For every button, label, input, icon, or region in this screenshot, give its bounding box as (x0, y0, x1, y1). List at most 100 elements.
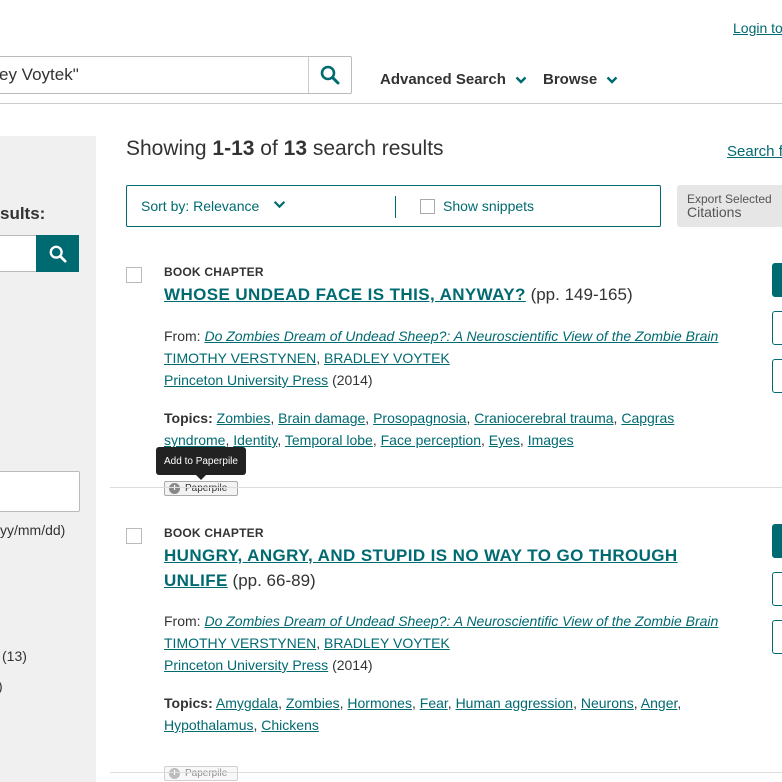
topic-link[interactable]: Zombies (217, 410, 271, 426)
result-source: From: Do Zombies Dream of Undead Sheep?:… (164, 328, 718, 344)
publication-year: (2014) (332, 372, 373, 388)
date-format-hint: yy/mm/dd) (0, 522, 66, 538)
search-bar (0, 56, 352, 94)
publisher-link[interactable]: Princeton University Press (164, 657, 328, 673)
sort-select[interactable]: Sort by: Relevance (141, 198, 259, 214)
within-results-search-button[interactable] (36, 235, 79, 272)
result-divider (110, 487, 782, 488)
result-title: WHOSE UNDEAD FACE IS THIS, ANYWAY? (pp. … (164, 282, 724, 307)
result-authors: TIMOTHY VERSTYNEN, BRADLEY VOYTEK (164, 635, 450, 651)
topic-link[interactable]: Craniocerebral trauma (474, 410, 613, 426)
result-action-button[interactable] (772, 620, 782, 654)
topic-link[interactable]: Prosopagnosia (373, 410, 466, 426)
topic-link[interactable]: Chickens (261, 717, 319, 733)
topic-link[interactable]: Zombies (286, 695, 340, 711)
add-to-paperpile-button[interactable]: + Paperpile (164, 481, 238, 496)
nav-advanced-search-label: Advanced Search (380, 71, 506, 88)
date-input[interactable] (0, 471, 80, 512)
author-link[interactable]: TIMOTHY VERSTYNEN (164, 635, 316, 651)
summary-suffix: search results (312, 137, 444, 160)
header-divider (0, 103, 782, 104)
topic-link[interactable]: Neurons (581, 695, 634, 711)
paperpile-label: Paperpile (185, 768, 228, 779)
chevron-down-icon (606, 76, 618, 84)
search-button[interactable] (309, 57, 351, 93)
result-type: BOOK CHAPTER (164, 265, 264, 279)
author-link[interactable]: BRADLEY VOYTEK (324, 350, 450, 366)
result-action-button[interactable] (772, 572, 782, 606)
topic-link[interactable]: Brain damage (278, 410, 365, 426)
topic-link[interactable]: Eyes (489, 432, 520, 448)
search-icon (49, 245, 67, 263)
facet-count[interactable]: ) (0, 678, 3, 694)
plus-icon: + (169, 483, 180, 494)
plus-icon: + (169, 768, 180, 779)
result-action-button[interactable] (772, 359, 782, 393)
result-select-checkbox[interactable] (126, 528, 142, 544)
summary-range: 1-13 (212, 137, 255, 160)
topics-label: Topics: (164, 410, 213, 426)
show-snippets-label[interactable]: Show snippets (443, 198, 534, 214)
topic-link[interactable]: Hormones (347, 695, 412, 711)
from-label: From: (164, 613, 201, 629)
result-action-button[interactable] (772, 311, 782, 345)
summary-of: of (260, 137, 278, 160)
results-summary: Showing 1-13 of 13 search results (126, 137, 444, 161)
result-pages: (pp. 149-165) (530, 285, 633, 304)
book-link[interactable]: Do Zombies Dream of Undead Sheep?: A Neu… (204, 613, 718, 629)
result-source: From: Do Zombies Dream of Undead Sheep?:… (164, 613, 718, 629)
chevron-down-icon (515, 76, 527, 84)
sidebar-heading: sults: (0, 204, 46, 223)
search-input[interactable] (0, 57, 307, 93)
export-label-line2: Citations (687, 204, 742, 220)
topic-link[interactable]: Face perception (381, 432, 481, 448)
toolbar-divider (395, 196, 396, 218)
topic-link[interactable]: Anger (641, 695, 678, 711)
add-to-paperpile-button[interactable]: + Paperpile (164, 766, 238, 781)
get-access-button[interactable] (772, 524, 782, 558)
chevron-down-icon[interactable] (273, 200, 286, 209)
summary-prefix: Showing (126, 137, 207, 160)
book-link[interactable]: Do Zombies Dream of Undead Sheep?: A Neu… (204, 328, 718, 344)
result-topics: Topics: Zombies, Brain damage, Prosopagn… (164, 410, 675, 448)
paperpile-tooltip: Add to Paperpile (156, 447, 246, 480)
topic-link[interactable]: Hypothalamus (164, 717, 254, 733)
result-authors: TIMOTHY VERSTYNEN, BRADLEY VOYTEK (164, 350, 450, 366)
topic-link[interactable]: Temporal lobe (285, 432, 373, 448)
author-link[interactable]: TIMOTHY VERSTYNEN (164, 350, 316, 366)
login-link[interactable]: Login to (733, 20, 782, 36)
publisher-link[interactable]: Princeton University Press (164, 372, 328, 388)
nav-browse-label: Browse (543, 71, 598, 88)
result-title-link[interactable]: WHOSE UNDEAD FACE IS THIS, ANYWAY? (164, 285, 526, 304)
sidebar: sults: yy/mm/dd) (13) ) (0, 136, 96, 782)
result-publisher: Princeton University Press (2014) (164, 657, 373, 673)
topic-link[interactable]: Human aggression (456, 695, 574, 711)
author-link[interactable]: BRADLEY VOYTEK (324, 635, 450, 651)
sort-toolbar: Sort by: Relevance Show snippets (126, 185, 661, 227)
nav-browse[interactable]: Browse (543, 71, 618, 88)
result-divider (110, 772, 782, 773)
facet-count[interactable]: (13) (2, 648, 27, 664)
nav-advanced-search[interactable]: Advanced Search (380, 71, 527, 88)
result-publisher: Princeton University Press (2014) (164, 372, 373, 388)
show-snippets-checkbox[interactable] (420, 199, 435, 214)
result-type: BOOK CHAPTER (164, 526, 264, 540)
summary-total: 13 (283, 137, 307, 160)
result-pages: (pp. 66-89) (232, 571, 316, 590)
topic-link[interactable]: Identity (233, 432, 277, 448)
search-icon (320, 65, 340, 85)
result-topics: Topics: Amygdala, Zombies, Hormones, Fea… (164, 695, 682, 733)
result-title: HUNGRY, ANGRY, AND STUPID IS NO WAY TO G… (164, 543, 724, 593)
topic-link[interactable]: Amygdala (216, 695, 278, 711)
get-access-button[interactable] (772, 263, 782, 297)
paperpile-label: Paperpile (185, 483, 228, 494)
from-label: From: (164, 328, 201, 344)
export-citations-button[interactable]: Export Selected Citations (677, 185, 782, 227)
topics-label: Topics: (164, 695, 213, 711)
search-for-link[interactable]: Search fo (727, 143, 782, 160)
topic-link[interactable]: Images (528, 432, 574, 448)
within-results-input[interactable] (0, 235, 37, 272)
result-select-checkbox[interactable] (126, 267, 142, 283)
publication-year: (2014) (332, 657, 373, 673)
topic-link[interactable]: Fear (420, 695, 448, 711)
